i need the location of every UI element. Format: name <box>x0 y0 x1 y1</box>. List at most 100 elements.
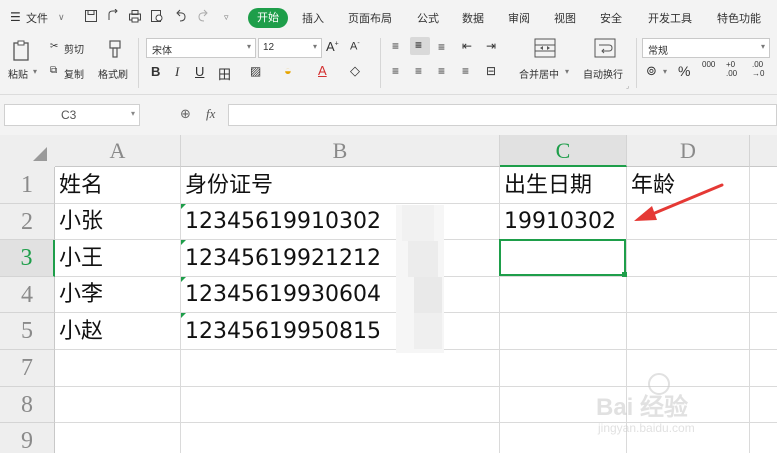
cell-e1[interactable] <box>750 167 777 204</box>
thousands-separator-button[interactable]: 000 <box>702 61 715 69</box>
font-size-select[interactable]: 12 ▾ <box>258 38 322 58</box>
row-header-9[interactable]: 9 <box>0 423 55 454</box>
scissors-icon[interactable]: ✂ <box>50 41 58 52</box>
increase-decimal-button[interactable]: +0 .00 <box>726 60 744 78</box>
cell-b2[interactable]: 12345619910302 <box>181 204 500 240</box>
tab-data[interactable]: 数据 <box>462 10 484 26</box>
tab-insert[interactable]: 插入 <box>302 10 324 26</box>
align-middle-button[interactable]: ≡ <box>410 37 430 55</box>
cell-a1[interactable]: 姓名 <box>55 167 181 204</box>
paste-button[interactable]: 粘贴 <box>8 66 28 81</box>
row-header-3[interactable]: 3 <box>0 240 55 277</box>
cell-b4[interactable]: 12345619930604 <box>181 277 500 313</box>
align-right-icon[interactable]: ≡ <box>438 64 445 78</box>
align-center-icon[interactable]: ≡ <box>415 64 422 78</box>
cell-e7[interactable] <box>750 350 777 387</box>
justify-icon[interactable]: ≡ <box>462 64 469 78</box>
cell-e2[interactable] <box>750 204 777 240</box>
underline-icon[interactable]: U <box>195 64 204 79</box>
decrease-font-icon[interactable]: A- <box>350 40 360 53</box>
print-icon[interactable] <box>128 9 142 23</box>
hamburger-icon[interactable]: ☰ <box>10 10 21 24</box>
save-icon[interactable] <box>84 9 98 23</box>
cell-a4[interactable]: 小李 <box>55 277 181 313</box>
cell-c2[interactable]: 19910302 <box>500 204 627 240</box>
cell-a8[interactable] <box>55 387 181 423</box>
merge-center-button[interactable]: 合并居中 <box>519 66 559 81</box>
cell-e8[interactable] <box>750 387 777 423</box>
bold-icon[interactable]: B <box>151 64 160 79</box>
merge-dropdown-icon[interactable]: ▾ <box>565 67 569 76</box>
clear-format-icon[interactable]: ◇ <box>350 63 360 79</box>
formula-input[interactable] <box>228 104 777 126</box>
tab-view[interactable]: 视图 <box>554 10 576 26</box>
column-header-d[interactable]: D <box>627 135 750 167</box>
cell-a3[interactable]: 小王 <box>55 240 181 277</box>
row-header-7[interactable]: 7 <box>0 350 55 387</box>
format-painter-icon[interactable] <box>106 39 124 64</box>
fill-pattern-icon[interactable]: ▨ <box>250 64 261 78</box>
cell-c5[interactable] <box>500 313 627 350</box>
customize-chevron-icon[interactable]: ▿ <box>224 12 229 23</box>
cell-a7[interactable] <box>55 350 181 387</box>
column-header-c[interactable]: C <box>500 135 627 167</box>
italic-icon[interactable]: I <box>175 64 179 80</box>
cell-a9[interactable] <box>55 423 181 453</box>
column-header-e[interactable] <box>750 135 777 167</box>
cell-b5[interactable]: 12345619950815 <box>181 313 500 350</box>
increase-font-icon[interactable]: A+ <box>326 39 339 54</box>
cell-d3[interactable] <box>627 240 750 277</box>
zoom-search-icon[interactable]: ⊕ <box>180 106 191 122</box>
wrap-text-button[interactable]: 自动换行 <box>583 66 623 81</box>
cell-b7[interactable] <box>181 350 500 387</box>
cell-b8[interactable] <box>181 387 500 423</box>
paste-icon[interactable] <box>12 40 32 67</box>
select-all-corner[interactable] <box>0 135 55 167</box>
wrap-text-icon[interactable] <box>594 38 616 63</box>
cell-b9[interactable] <box>181 423 500 453</box>
distributed-icon[interactable]: ⊟ <box>486 64 496 78</box>
tab-formulas[interactable]: 公式 <box>417 10 439 26</box>
row-header-1[interactable]: 1 <box>0 167 55 204</box>
cell-d4[interactable] <box>627 277 750 313</box>
redo-icon[interactable] <box>196 9 210 23</box>
cell-c1[interactable]: 出生日期 <box>500 167 627 204</box>
redo-format-icon[interactable] <box>106 8 120 23</box>
cell-a5[interactable]: 小赵 <box>55 313 181 350</box>
fx-icon[interactable]: fx <box>206 106 215 122</box>
cell-c4[interactable] <box>500 277 627 313</box>
tab-special-features[interactable]: 特色功能 <box>717 10 761 26</box>
cell-b1[interactable]: 身份证号 <box>181 167 500 204</box>
currency-dropdown-icon[interactable]: ▾ <box>663 67 667 76</box>
column-header-a[interactable]: A <box>55 135 181 167</box>
paste-dropdown-icon[interactable]: ▾ <box>33 67 37 76</box>
chevron-down-icon[interactable]: ∨ <box>58 12 65 23</box>
cut-button[interactable]: 剪切 <box>64 41 84 56</box>
cell-d5[interactable] <box>627 313 750 350</box>
cell-a2[interactable]: 小张 <box>55 204 181 240</box>
indent-increase-icon[interactable]: ⇥ <box>486 39 496 53</box>
alignment-dialog-icon[interactable]: ⌟ <box>626 82 629 90</box>
align-left-icon[interactable]: ≡ <box>392 64 399 78</box>
border-icon[interactable]: 田 <box>218 64 231 83</box>
number-format-select[interactable]: 常规 ▾ <box>642 38 770 58</box>
cell-e5[interactable] <box>750 313 777 350</box>
font-color-icon[interactable]: A <box>318 63 327 78</box>
tab-developer[interactable]: 开发工具 <box>648 10 692 26</box>
merge-center-icon[interactable] <box>534 38 556 63</box>
tab-home[interactable]: 开始 <box>248 8 288 28</box>
percent-button[interactable]: % <box>678 63 690 79</box>
cell-b3[interactable]: 12345619921212 <box>181 240 500 277</box>
align-bottom-icon[interactable]: ≡ <box>438 40 445 54</box>
decrease-decimal-button[interactable]: .00 →0 <box>752 60 772 78</box>
align-top-icon[interactable]: ≡ <box>392 39 399 53</box>
font-name-select[interactable]: 宋体 ▾ <box>146 38 256 58</box>
cell-e3[interactable] <box>750 240 777 277</box>
column-header-b[interactable]: B <box>181 135 500 167</box>
row-header-5[interactable]: 5 <box>0 313 55 350</box>
row-header-4[interactable]: 4 <box>0 277 55 313</box>
row-header-8[interactable]: 8 <box>0 387 55 423</box>
currency-icon[interactable]: ⊚ <box>646 63 657 79</box>
fill-handle[interactable] <box>622 272 627 277</box>
tab-security[interactable]: 安全 <box>600 10 622 26</box>
